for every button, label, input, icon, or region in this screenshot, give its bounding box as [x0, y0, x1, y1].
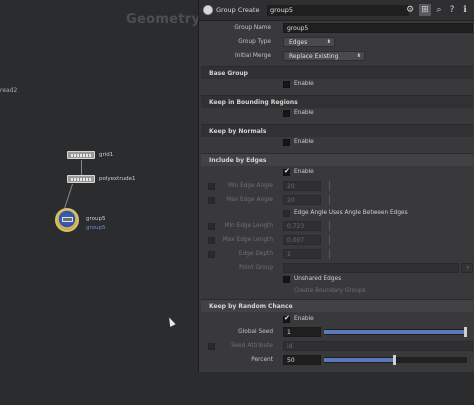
- network-context-title: Geometry: [126, 12, 201, 27]
- node-group5[interactable]: [55, 208, 79, 232]
- min-angle-label: Min Edge Angle: [227, 183, 273, 189]
- base-group-enable-checkbox[interactable]: [283, 81, 290, 88]
- node-sublabel-group5: group5: [86, 225, 106, 231]
- edge-depth-label: Edge Depth: [238, 251, 273, 257]
- max-angle-field[interactable]: 20: [283, 195, 321, 205]
- initial-merge-menu[interactable]: Replace Existing ⬍: [283, 51, 365, 61]
- normals-enable-checkbox[interactable]: [283, 139, 290, 146]
- edges-enable-label: Enable: [294, 169, 314, 175]
- slider-divider: [329, 235, 330, 245]
- section-title: Base Group: [209, 70, 248, 77]
- random-enable-checkbox[interactable]: [283, 314, 290, 323]
- edge-angle-uses-checkbox[interactable]: [283, 210, 290, 217]
- section-title: Keep by Normals: [209, 128, 267, 135]
- group-type-menu[interactable]: Edges ⬍: [283, 37, 335, 47]
- panel-empty-area: [198, 372, 474, 405]
- min-length-toggle[interactable]: [208, 223, 215, 230]
- group-name-field[interactable]: group5: [283, 23, 473, 33]
- min-angle-field[interactable]: 20: [283, 181, 321, 191]
- global-seed-slider[interactable]: [324, 327, 467, 337]
- section-title: Keep by Random Chance: [209, 303, 293, 310]
- section-include-by-edges[interactable]: Include by Edges: [201, 153, 473, 166]
- initial-merge-label: Initial Merge: [235, 53, 271, 59]
- slider-handle[interactable]: [392, 355, 396, 365]
- pin-icon[interactable]: ⊞: [419, 4, 431, 16]
- slider-divider: [329, 221, 330, 231]
- node-label-group5: group5: [86, 216, 106, 222]
- point-group-dropdown[interactable]: ▾: [461, 263, 473, 273]
- unshared-edges-label: Unshared Edges: [294, 276, 342, 282]
- max-length-label: Max Edge Length: [222, 237, 273, 243]
- seed-attribute-field[interactable]: id: [283, 341, 473, 351]
- max-angle-toggle[interactable]: [208, 197, 215, 204]
- bounding-enable-label: Enable: [294, 110, 314, 116]
- node-name-field[interactable]: group5: [267, 5, 409, 16]
- slider-divider: [329, 249, 330, 259]
- seed-attribute-label: Seed Attribute: [231, 343, 273, 349]
- slider-divider: [329, 195, 330, 205]
- node-type-label: Group Create: [216, 6, 260, 14]
- chevron-updown-icon: ⬍: [326, 39, 331, 45]
- point-group-label: Point Group: [239, 265, 273, 271]
- edge-angle-uses-label: Edge Angle Uses Angle Between Edges: [294, 210, 408, 216]
- network-editor[interactable]: Geometry read2 grid1 polyextrude1 group5…: [0, 0, 201, 405]
- mouse-cursor-icon: [166, 316, 176, 327]
- search-icon[interactable]: ⌕: [433, 4, 445, 16]
- gear-icon[interactable]: ⚙: [404, 4, 416, 16]
- random-enable-label: Enable: [294, 316, 314, 322]
- global-seed-field[interactable]: 1: [283, 327, 321, 337]
- max-length-field[interactable]: 0.007: [283, 235, 321, 245]
- min-length-label: Min Edge Length: [224, 223, 273, 229]
- chevron-down-icon: ▾: [466, 265, 469, 271]
- node-wire: [63, 183, 73, 211]
- percent-label: Percent: [251, 357, 273, 363]
- slider-divider: [329, 181, 330, 191]
- point-group-field[interactable]: [283, 263, 459, 273]
- slider-fill: [324, 358, 396, 362]
- initial-merge-value: Replace Existing: [289, 53, 339, 60]
- min-angle-toggle[interactable]: [208, 183, 215, 190]
- percent-slider[interactable]: [324, 355, 467, 365]
- section-random-chance[interactable]: Keep by Random Chance: [201, 299, 473, 312]
- section-title: Include by Edges: [209, 157, 267, 164]
- node-wire: [81, 160, 82, 175]
- help-icon[interactable]: ?: [446, 4, 458, 16]
- section-title: Keep in Bounding Regions: [209, 99, 298, 106]
- slider-handle[interactable]: [464, 327, 467, 337]
- max-length-toggle[interactable]: [208, 237, 215, 244]
- global-seed-label: Global Seed: [238, 329, 273, 335]
- edge-depth-toggle[interactable]: [208, 251, 215, 258]
- edge-depth-field[interactable]: 1: [283, 249, 321, 259]
- normals-enable-label: Enable: [294, 139, 314, 145]
- slider-fill: [324, 330, 467, 334]
- group-type-label: Group Type: [238, 39, 271, 45]
- grid-node-icon: [67, 151, 95, 159]
- edges-enable-checkbox[interactable]: [283, 167, 290, 176]
- section-normals[interactable]: Keep by Normals: [201, 124, 473, 137]
- section-bounding-regions[interactable]: Keep in Bounding Regions: [201, 95, 473, 108]
- info-icon[interactable]: ℹ: [459, 4, 471, 16]
- create-boundary-label: Create Boundary Groups: [294, 288, 366, 294]
- panel-header: Group Create group5 ⚙ ⊞ ⌕ ? ℹ: [199, 0, 474, 21]
- percent-field[interactable]: 50: [283, 355, 321, 365]
- node-label-read2: read2: [0, 87, 18, 94]
- group-node-icon: [62, 217, 73, 222]
- section-base-group[interactable]: Base Group: [201, 66, 473, 79]
- base-group-enable-label: Enable: [294, 81, 314, 87]
- min-length-field[interactable]: 0.723: [283, 221, 321, 231]
- parameter-panel: Group Create group5 ⚙ ⊞ ⌕ ? ℹ Group Name…: [198, 0, 474, 372]
- max-angle-label: Max Edge Angle: [226, 197, 273, 203]
- group-name-label: Group Name: [234, 25, 271, 31]
- seed-attribute-toggle[interactable]: [208, 343, 215, 350]
- node-label-grid1: grid1: [99, 152, 114, 158]
- node-label-polyextrude1: polyextrude1: [99, 176, 136, 182]
- group-type-value: Edges: [289, 39, 308, 46]
- unshared-edges-checkbox[interactable]: [283, 276, 290, 283]
- polyextrude-node-icon: [67, 175, 95, 183]
- bounding-enable-checkbox[interactable]: [283, 110, 290, 117]
- node-type-icon: [203, 5, 213, 15]
- chevron-updown-icon: ⬍: [356, 53, 361, 59]
